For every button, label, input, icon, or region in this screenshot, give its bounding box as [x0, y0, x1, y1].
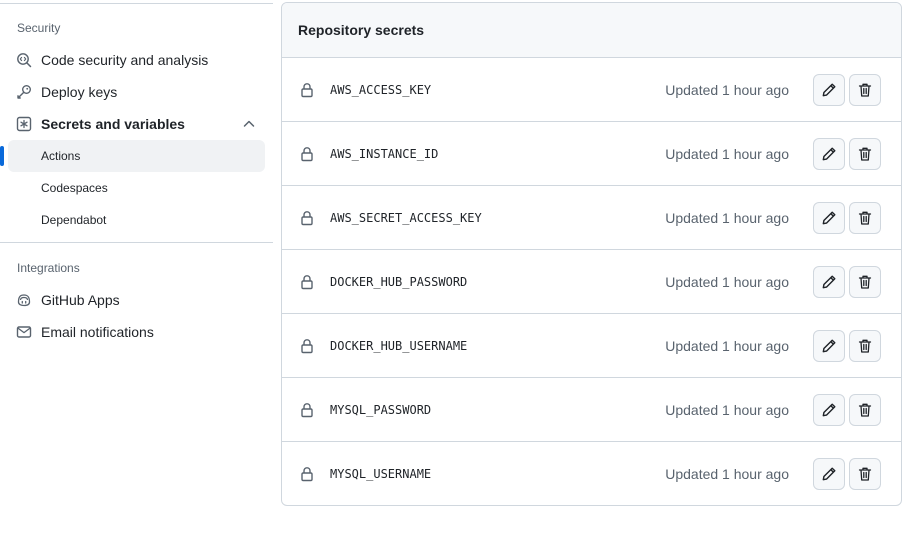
lock-icon: [299, 402, 315, 418]
secret-row: AWS_ACCESS_KEY Updated 1 hour ago: [282, 58, 901, 122]
sidebar-subitem-label: Codespaces: [41, 181, 108, 195]
panel-header: Repository secrets: [282, 3, 901, 58]
lock-icon: [299, 466, 315, 482]
edit-secret-button[interactable]: [813, 266, 845, 298]
edit-secret-button[interactable]: [813, 458, 845, 490]
pencil-icon: [821, 146, 837, 162]
secret-name: MYSQL_PASSWORD: [330, 403, 432, 417]
lock-icon: [299, 210, 315, 226]
pencil-icon: [821, 82, 837, 98]
repository-secrets-panel: Repository secrets AWS_ACCESS_KEY Update…: [281, 2, 902, 506]
sidebar-subitem-label: Dependabot: [41, 213, 107, 227]
secret-updated: Updated 1 hour ago: [665, 466, 789, 482]
trash-icon: [857, 466, 873, 482]
edit-secret-button[interactable]: [813, 330, 845, 362]
secret-name: AWS_ACCESS_KEY: [330, 83, 432, 97]
secret-updated: Updated 1 hour ago: [665, 210, 789, 226]
trash-icon: [857, 274, 873, 290]
copilot-app-icon: [16, 292, 32, 308]
chevron-up-icon[interactable]: [241, 116, 257, 132]
lock-icon: [299, 82, 315, 98]
secret-name: AWS_SECRET_ACCESS_KEY: [330, 211, 482, 225]
integrations-section-heading: Integrations: [17, 261, 80, 275]
trash-icon: [857, 82, 873, 98]
delete-secret-button[interactable]: [849, 330, 881, 362]
sidebar-item-deploy-keys[interactable]: Deploy keys: [8, 76, 265, 108]
trash-icon: [857, 402, 873, 418]
lock-icon: [299, 274, 315, 290]
trash-icon: [857, 210, 873, 226]
active-indicator: [0, 146, 4, 166]
lock-icon: [299, 338, 315, 354]
secret-name: DOCKER_HUB_USERNAME: [330, 339, 468, 353]
secret-row: DOCKER_HUB_PASSWORD Updated 1 hour ago: [282, 250, 901, 314]
edit-secret-button[interactable]: [813, 394, 845, 426]
delete-secret-button[interactable]: [849, 458, 881, 490]
sidebar-item-code-security[interactable]: Code security and analysis: [8, 44, 265, 76]
secret-row: MYSQL_PASSWORD Updated 1 hour ago: [282, 378, 901, 442]
pencil-icon: [821, 210, 837, 226]
secret-row: AWS_SECRET_ACCESS_KEY Updated 1 hour ago: [282, 186, 901, 250]
divider: [0, 242, 273, 243]
secret-updated: Updated 1 hour ago: [665, 338, 789, 354]
sidebar-subitem-dependabot[interactable]: Dependabot: [8, 204, 265, 236]
sidebar-item-email-notifications[interactable]: Email notifications: [8, 316, 265, 348]
sidebar-subitem-codespaces[interactable]: Codespaces: [8, 172, 265, 204]
secret-row: DOCKER_HUB_USERNAME Updated 1 hour ago: [282, 314, 901, 378]
secret-row: MYSQL_USERNAME Updated 1 hour ago: [282, 442, 901, 505]
sidebar-item-label: Code security and analysis: [41, 52, 209, 68]
divider: [0, 3, 273, 4]
secret-name: DOCKER_HUB_PASSWORD: [330, 275, 468, 289]
delete-secret-button[interactable]: [849, 202, 881, 234]
secret-updated: Updated 1 hour ago: [665, 402, 789, 418]
sidebar-item-github-apps[interactable]: GitHub Apps: [8, 284, 265, 316]
asterisk-square-icon: [16, 116, 32, 132]
edit-secret-button[interactable]: [813, 74, 845, 106]
secret-updated: Updated 1 hour ago: [665, 146, 789, 162]
delete-secret-button[interactable]: [849, 394, 881, 426]
codescan-icon: [16, 52, 32, 68]
secret-updated: Updated 1 hour ago: [665, 82, 789, 98]
edit-secret-button[interactable]: [813, 202, 845, 234]
trash-icon: [857, 338, 873, 354]
secret-name: MYSQL_USERNAME: [330, 467, 432, 481]
settings-sidebar: Security Code security and analysis Depl…: [0, 0, 273, 535]
pencil-icon: [821, 338, 837, 354]
pencil-icon: [821, 402, 837, 418]
sidebar-item-secrets-and-variables[interactable]: Secrets and variables: [8, 108, 265, 140]
pencil-icon: [821, 466, 837, 482]
pencil-icon: [821, 274, 837, 290]
security-section-heading: Security: [17, 21, 61, 35]
key-icon: [16, 84, 32, 100]
delete-secret-button[interactable]: [849, 74, 881, 106]
sidebar-item-label: Email notifications: [41, 324, 154, 340]
panel-title: Repository secrets: [298, 22, 425, 38]
delete-secret-button[interactable]: [849, 138, 881, 170]
trash-icon: [857, 146, 873, 162]
secret-row: AWS_INSTANCE_ID Updated 1 hour ago: [282, 122, 901, 186]
sidebar-item-label: GitHub Apps: [41, 292, 120, 308]
lock-icon: [299, 146, 315, 162]
secret-name: AWS_INSTANCE_ID: [330, 147, 439, 161]
delete-secret-button[interactable]: [849, 266, 881, 298]
edit-secret-button[interactable]: [813, 138, 845, 170]
sidebar-subitem-label: Actions: [41, 149, 81, 163]
sidebar-item-label: Deploy keys: [41, 84, 118, 100]
sidebar-item-label: Secrets and variables: [41, 116, 185, 132]
mail-icon: [16, 324, 32, 340]
sidebar-subitem-actions[interactable]: Actions: [0, 140, 265, 172]
secret-updated: Updated 1 hour ago: [665, 274, 789, 290]
